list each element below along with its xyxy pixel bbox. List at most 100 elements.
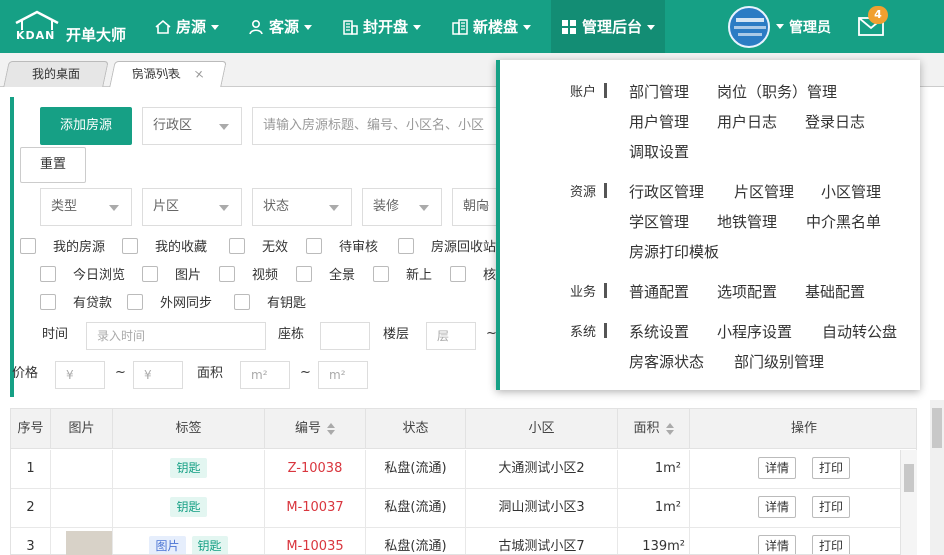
nav-house[interactable]: 房源 (155, 0, 220, 53)
price-to-input[interactable]: ¥ (133, 361, 183, 389)
checkbox-label: 我的房源 (53, 240, 106, 255)
detail-button[interactable]: 详情 (757, 496, 796, 518)
nav-seal[interactable]: 封开盘 (342, 0, 422, 53)
status-select[interactable]: 状态 (252, 188, 352, 226)
checkbox-video[interactable]: 视频 (219, 264, 278, 283)
menu-item-general-config[interactable]: 普通配置 (629, 281, 689, 302)
checkbox-label: 核 (482, 268, 496, 283)
checkbox-external-sync[interactable]: 外网同步 (127, 292, 212, 311)
row-picture (51, 489, 113, 528)
menu-item-basic-config[interactable]: 基础配置 (805, 281, 865, 302)
column-header-code[interactable]: 编号 (265, 409, 366, 449)
checkbox-new-listing[interactable]: 新上 (373, 264, 432, 283)
building-label: 座栋 (278, 327, 305, 342)
building-input[interactable] (320, 322, 370, 350)
row-code[interactable]: Z-10038 (265, 450, 366, 489)
nav-customer[interactable]: 客源 (248, 0, 313, 53)
district-select[interactable]: 行政区 (142, 107, 242, 145)
menu-item-user[interactable]: 用户管理 (629, 111, 689, 132)
menu-item-miniprogram-settings[interactable]: 小程序设置 (717, 321, 792, 342)
row-code[interactable]: M-10035 (265, 528, 366, 554)
house-thumbnail[interactable] (66, 531, 112, 555)
floor-from-input[interactable]: 层 (426, 322, 476, 350)
detail-button[interactable]: 详情 (757, 535, 796, 554)
column-header: 小区 (466, 409, 618, 449)
menu-item-district[interactable]: 行政区管理 (629, 181, 704, 202)
nav-new-property[interactable]: 新楼盘 (452, 0, 532, 53)
orientation-select[interactable]: 朝向 (452, 188, 502, 226)
checkbox-picture[interactable]: 图片 (142, 264, 201, 283)
checkbox-has-loan[interactable]: 有贷款 (40, 292, 112, 311)
size-to-input[interactable]: m² (318, 361, 368, 389)
menu-item-user-log[interactable]: 用户日志 (717, 111, 777, 132)
tab-house-list[interactable]: 房源列表 × (109, 61, 227, 87)
menu-item-login-log[interactable]: 登录日志 (805, 111, 865, 132)
print-button[interactable]: 打印 (812, 457, 851, 479)
checkbox-panorama[interactable]: 全景 (296, 264, 355, 283)
menu-item-print-template[interactable]: 房源打印模板 (629, 241, 719, 262)
size-from-input[interactable]: m² (240, 361, 290, 389)
reset-button[interactable]: 重置 (20, 147, 86, 183)
table-scrollbar[interactable] (900, 450, 917, 555)
checkbox-my-favorites[interactable]: 我的收藏 (122, 236, 207, 255)
tab-desktop[interactable]: 我的桌面 (3, 61, 109, 87)
type-select[interactable]: 类型 (40, 188, 132, 226)
area-select[interactable]: 片区 (142, 188, 242, 226)
detail-button[interactable]: 详情 (757, 457, 796, 479)
menu-item-fetch-settings[interactable]: 调取设置 (629, 141, 689, 162)
column-header: 操作 (690, 409, 916, 449)
nav-admin[interactable]: 管理后台 (551, 0, 666, 53)
close-icon[interactable]: × (191, 62, 206, 86)
tab-label: 我的桌面 (31, 67, 80, 81)
decoration-select[interactable]: 装修 (362, 188, 442, 226)
checkbox-has-key[interactable]: 有钥匙 (234, 292, 306, 311)
search-input[interactable]: 请输入房源标题、编号、小区名、小区 (252, 107, 502, 145)
row-tags: 钥匙 (113, 489, 265, 528)
checkbox-box (40, 265, 56, 282)
menu-item-subway[interactable]: 地铁管理 (717, 211, 777, 232)
sort-icon[interactable] (665, 422, 674, 435)
menu-item-community[interactable]: 小区管理 (821, 181, 881, 202)
nav-label: 管理后台 (582, 18, 643, 36)
checkbox-pending[interactable]: 待审核 (306, 236, 378, 255)
print-button[interactable]: 打印 (812, 535, 851, 554)
user-menu[interactable]: 管理员 (776, 0, 831, 53)
checkbox-invalid[interactable]: 无效 (229, 236, 288, 255)
menu-item-position[interactable]: 岗位（职务）管理 (717, 81, 837, 102)
checkbox-recycle-bin[interactable]: 房源回收站 (398, 236, 496, 255)
checkbox-my-house[interactable]: 我的房源 (20, 236, 105, 255)
menu-item-source-status[interactable]: 房客源状态 (629, 351, 704, 372)
menu-item-system-settings[interactable]: 系统设置 (629, 321, 689, 342)
key-tag: 钥匙 (170, 497, 207, 517)
column-header: 序号 (11, 409, 51, 449)
menu-item-area[interactable]: 片区管理 (734, 181, 794, 202)
column-header-label: 编号 (294, 421, 321, 436)
scrollbar-thumb[interactable] (932, 408, 942, 448)
column-header-size[interactable]: 面积 (618, 409, 690, 449)
checkbox-box (122, 237, 138, 254)
nav-label: 客源 (269, 18, 300, 36)
price-from-input[interactable]: ¥ (55, 361, 105, 389)
menu-item-department[interactable]: 部门管理 (629, 81, 689, 102)
sort-icon[interactable] (327, 422, 335, 435)
user-name: 管理员 (789, 19, 831, 36)
page-scrollbar[interactable] (930, 400, 944, 555)
add-house-button[interactable]: 添加房源 (40, 107, 132, 145)
row-code[interactable]: M-10037 (265, 489, 366, 528)
checkbox-verify[interactable]: 核 (450, 264, 496, 283)
menu-item-department-level[interactable]: 部门级别管理 (734, 351, 824, 372)
brand-logo[interactable]: KDAN 开单大师 (14, 8, 132, 46)
avatar-line (738, 33, 762, 36)
time-input[interactable]: 录入时间 (86, 322, 266, 350)
checkbox-today-viewed[interactable]: 今日浏览 (40, 264, 125, 283)
menu-item-agent-blacklist[interactable]: 中介黑名单 (806, 211, 881, 232)
menu-item-option-config[interactable]: 选项配置 (717, 281, 777, 302)
print-button[interactable]: 打印 (812, 496, 851, 518)
row-size: 1m² (618, 489, 690, 528)
avatar[interactable] (728, 6, 770, 48)
menu-item-school-district[interactable]: 学区管理 (629, 211, 689, 232)
chevron-down-icon (304, 25, 313, 30)
row-picture (51, 450, 113, 489)
menu-item-auto-public[interactable]: 自动转公盘 (822, 321, 897, 342)
scrollbar-thumb[interactable] (904, 464, 914, 492)
